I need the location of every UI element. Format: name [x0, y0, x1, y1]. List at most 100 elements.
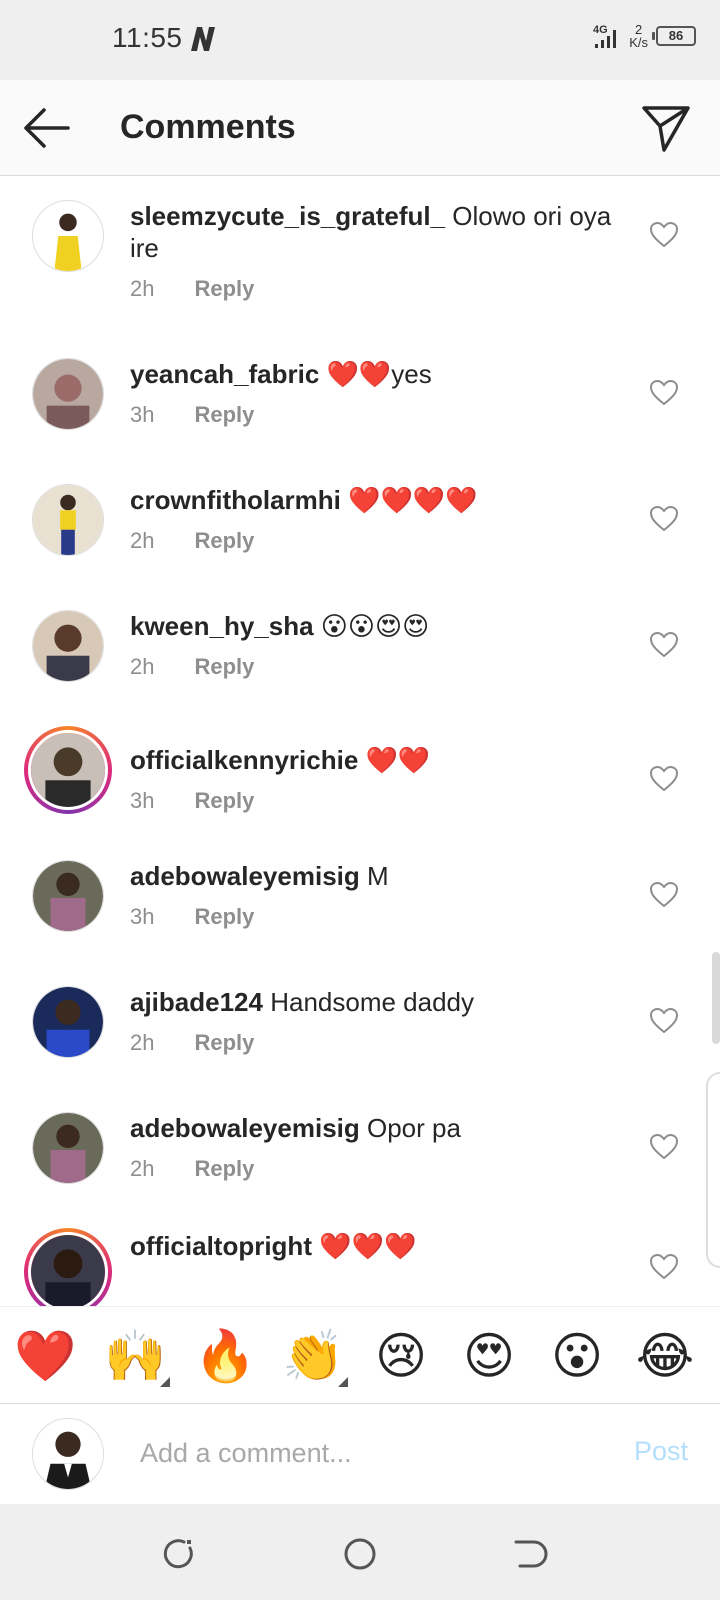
- emoji-fire-button[interactable]: 🔥: [194, 1325, 256, 1387]
- comment-item: sleemzycute_is_grateful_ Olowo ori oya i…: [0, 200, 720, 326]
- avatar-image: [33, 1419, 103, 1489]
- heart-outline-icon[interactable]: [650, 380, 678, 406]
- comment-item: officialkennyrichie ❤️❤️ 3h Reply: [0, 726, 720, 826]
- comment-username[interactable]: officialtopright: [130, 1231, 312, 1261]
- status-time: 11:55: [112, 22, 183, 53]
- page-title: Comments: [120, 108, 296, 146]
- emoji-crying-button[interactable]: 😢: [370, 1325, 432, 1387]
- comment-time: 2h: [130, 276, 155, 301]
- comment-item: adebowaleyemisig Opor pa 2h Reply: [0, 1112, 720, 1212]
- comment-username[interactable]: sleemzycute_is_grateful_: [130, 201, 445, 231]
- heart-outline-icon[interactable]: [650, 766, 678, 792]
- heart-outline-icon[interactable]: [650, 222, 678, 248]
- system-nav-bar: [0, 1504, 720, 1600]
- comment-item: crownfitholarmhi ❤️❤️❤️❤️ 2h Reply: [0, 484, 720, 584]
- avatar-image: [31, 1235, 105, 1306]
- reply-button[interactable]: Reply: [194, 904, 254, 930]
- comment-item: yeancah_fabric ❤️❤️yes 3h Reply: [0, 358, 720, 458]
- avatar[interactable]: [32, 986, 104, 1058]
- comment-text: sleemzycute_is_grateful_ Olowo ori oya i…: [130, 200, 620, 264]
- signal-icon: 4G: [593, 24, 617, 48]
- network-label: 4G: [593, 24, 608, 36]
- comment-body: ❤️❤️: [365, 745, 431, 775]
- scrollbar[interactable]: [712, 952, 720, 1044]
- current-user-avatar[interactable]: [32, 1418, 104, 1490]
- comment-time: 2h: [130, 1030, 155, 1055]
- comment-meta: 2h Reply: [130, 528, 254, 554]
- comment-text: officialkennyrichie ❤️❤️: [130, 744, 620, 776]
- avatar-image: [33, 1113, 103, 1183]
- avatar[interactable]: [32, 200, 104, 272]
- comment-body: ❤️❤️❤️: [319, 1231, 417, 1261]
- skin-tone-indicator-icon: [338, 1377, 348, 1387]
- home-circle-icon[interactable]: [340, 1534, 380, 1574]
- comment-time: 3h: [130, 402, 155, 427]
- emoji-raised-hands-button[interactable]: 🙌: [104, 1325, 166, 1387]
- comment-body: ❤️❤️❤️❤️: [348, 485, 478, 515]
- avatar[interactable]: [32, 484, 104, 556]
- emoji-surprised-button[interactable]: 😮: [546, 1325, 608, 1387]
- comment-time: 3h: [130, 904, 155, 929]
- emoji-heart-button[interactable]: ❤️: [14, 1325, 76, 1387]
- reply-button[interactable]: Reply: [194, 402, 254, 428]
- comment-username[interactable]: crownfitholarmhi: [130, 485, 341, 515]
- avatar-image: [33, 611, 103, 681]
- comments-list[interactable]: sleemzycute_is_grateful_ Olowo ori oya i…: [0, 176, 720, 1306]
- comment-username[interactable]: yeancah_fabric: [130, 359, 319, 389]
- comment-username[interactable]: adebowaleyemisig: [130, 861, 360, 891]
- comment-meta: 3h Reply: [130, 402, 254, 428]
- emoji-clap-button[interactable]: 👏: [282, 1325, 344, 1387]
- avatar[interactable]: [32, 1112, 104, 1184]
- paper-plane-icon[interactable]: [640, 102, 692, 154]
- emoji-joy-button[interactable]: 😂: [634, 1325, 696, 1387]
- avatar[interactable]: [32, 610, 104, 682]
- reply-button[interactable]: Reply: [194, 788, 254, 814]
- avatar-story-ring[interactable]: [24, 726, 112, 814]
- reply-button[interactable]: Reply: [194, 654, 254, 680]
- post-button[interactable]: Post: [634, 1436, 688, 1467]
- comment-username[interactable]: officialkennyrichie: [130, 745, 358, 775]
- avatar[interactable]: [32, 860, 104, 932]
- status-bar: 11:55 4G 2 K/s 86: [0, 0, 720, 80]
- comment-item: ajibade124 Handsome daddy 2h Reply: [0, 986, 720, 1086]
- recent-apps-icon[interactable]: [160, 1534, 200, 1574]
- avatar-image: [33, 485, 103, 555]
- reply-button[interactable]: Reply: [194, 276, 254, 302]
- comment-username[interactable]: adebowaleyemisig: [130, 1113, 360, 1143]
- network-speed: 2 K/s: [629, 23, 648, 49]
- reply-button[interactable]: Reply: [194, 1030, 254, 1056]
- comment-body: Handsome daddy: [270, 987, 475, 1017]
- reply-button[interactable]: Reply: [194, 528, 254, 554]
- emoji-heart-eyes-button[interactable]: 😍: [458, 1325, 520, 1387]
- heart-outline-icon[interactable]: [650, 1134, 678, 1160]
- comment-body: 😮😮😍😍: [320, 611, 430, 641]
- heart-outline-icon[interactable]: [650, 1254, 678, 1280]
- comment-time: 2h: [130, 654, 155, 679]
- reply-button[interactable]: Reply: [194, 1156, 254, 1182]
- heart-outline-icon[interactable]: [650, 882, 678, 908]
- back-nav-icon[interactable]: [508, 1534, 548, 1574]
- comment-username[interactable]: kween_hy_sha: [130, 611, 314, 641]
- heart-outline-icon[interactable]: [650, 632, 678, 658]
- skin-tone-indicator-icon: [160, 1377, 170, 1387]
- comment-meta: 2h Reply: [130, 276, 254, 302]
- heart-outline-icon[interactable]: [650, 1008, 678, 1034]
- avatar[interactable]: [32, 358, 104, 430]
- comment-body: Opor pa: [367, 1113, 461, 1143]
- comment-item: officialtopright ❤️❤️❤️: [0, 1228, 720, 1306]
- speed-unit: K/s: [629, 35, 648, 50]
- comment-meta: 2h Reply: [130, 1156, 254, 1182]
- avatar-image: [33, 359, 103, 429]
- comment-time: 3h: [130, 788, 155, 813]
- back-arrow-icon[interactable]: [20, 104, 72, 152]
- comment-username[interactable]: ajibade124: [130, 987, 263, 1017]
- avatar-image: [33, 861, 103, 931]
- avatar-story-ring[interactable]: [24, 1228, 112, 1306]
- comment-text: ajibade124 Handsome daddy: [130, 986, 620, 1018]
- comment-input[interactable]: [140, 1430, 580, 1476]
- heart-outline-icon[interactable]: [650, 506, 678, 532]
- battery-indicator: 86: [652, 26, 696, 46]
- comment-text: adebowaleyemisig Opor pa: [130, 1112, 620, 1144]
- comment-text: adebowaleyemisig M: [130, 860, 620, 892]
- edge-panel-handle[interactable]: [706, 1072, 720, 1268]
